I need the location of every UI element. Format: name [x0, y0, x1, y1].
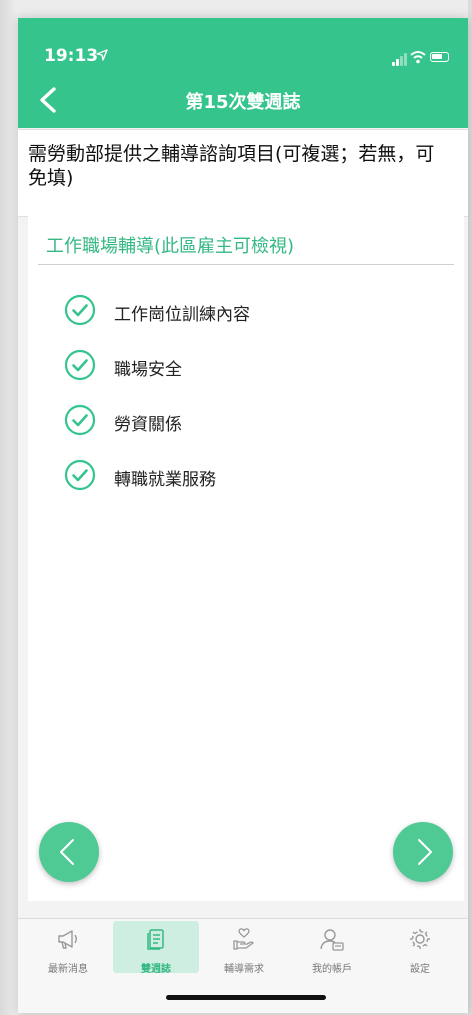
- frame-left: [0, 0, 18, 1015]
- next-page-button[interactable]: [393, 822, 453, 882]
- tab-biweekly-log[interactable]: 雙週誌: [113, 921, 199, 975]
- question-text: 需勞動部提供之輔導諮詢項目(可複選；若無，可免填): [28, 143, 435, 189]
- option-job-training[interactable]: 工作崗位訓練內容: [64, 294, 444, 328]
- battery-icon: [430, 52, 449, 62]
- tab-my-account[interactable]: 我的帳戶: [289, 921, 375, 975]
- home-indicator: [166, 995, 326, 1000]
- checked-circle-icon: [64, 349, 96, 381]
- section-title: 工作職場輔導(此區雇主可檢視): [46, 236, 295, 257]
- chevron-left-icon: [60, 839, 74, 865]
- checked-circle-icon: [64, 459, 96, 491]
- option-career-transition[interactable]: 轉職就業服務: [64, 459, 444, 493]
- previous-page-button[interactable]: [39, 822, 99, 882]
- option-labor-relations[interactable]: 勞資關係: [64, 404, 444, 438]
- tab-counseling-needs[interactable]: 輔導需求: [201, 921, 287, 975]
- phone-screen: 19:13 第15次雙週誌 需勞動部提供之輔導諮詢項目(可複選；若無，可免填) …: [18, 18, 468, 1013]
- option-label: 職場安全: [114, 360, 182, 380]
- wifi-icon: [410, 51, 426, 64]
- option-label: 勞資關係: [114, 415, 182, 435]
- options-card: 工作職場輔導(此區雇主可檢視) 工作崗位訓練內容 職場安全 勞資關係 轉職就業服…: [28, 210, 464, 901]
- hand-heart-icon: [233, 928, 254, 950]
- status-icons: [392, 50, 452, 66]
- tab-label: 輔導需求: [224, 964, 264, 975]
- tab-label: 最新消息: [48, 964, 88, 975]
- checked-circle-icon: [64, 404, 96, 436]
- tab-label: 設定: [410, 964, 430, 975]
- user-card-icon: [320, 929, 344, 951]
- notebook-icon: [147, 929, 164, 950]
- header-bar: 19:13 第15次雙週誌: [18, 18, 468, 128]
- tab-settings[interactable]: 設定: [377, 921, 463, 975]
- divider: [38, 264, 454, 265]
- tab-label: 雙週誌: [141, 964, 171, 975]
- tab-label: 我的帳戶: [312, 964, 352, 975]
- checked-circle-icon: [64, 294, 96, 326]
- option-label: 轉職就業服務: [114, 470, 216, 490]
- status-time: 19:13: [44, 46, 99, 66]
- gear-icon: [410, 929, 430, 949]
- option-label: 工作崗位訓練內容: [114, 305, 250, 325]
- option-workplace-safety[interactable]: 職場安全: [64, 349, 444, 383]
- frame-top: [0, 0, 472, 18]
- page-title: 第15次雙週誌: [185, 92, 301, 113]
- frame-right: [468, 0, 472, 1015]
- chevron-right-icon: [418, 839, 432, 865]
- question-card: 需勞動部提供之輔導諮詢項目(可複選；若無，可免填): [18, 129, 468, 217]
- tab-news[interactable]: 最新消息: [25, 921, 111, 975]
- megaphone-icon: [58, 930, 77, 949]
- bottom-tab-bar: 最新消息 雙週誌 輔導需求 我的帳戶 設定: [18, 918, 468, 1013]
- location-arrow-icon: [96, 49, 108, 61]
